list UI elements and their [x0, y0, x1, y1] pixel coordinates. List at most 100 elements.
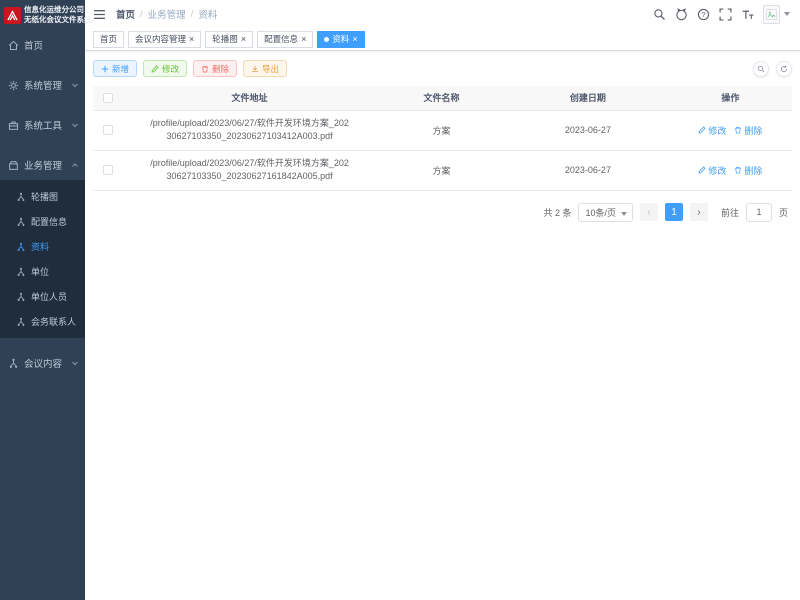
sidebar-item-business-mgmt[interactable]: 业务管理	[0, 150, 85, 180]
sidebar-item-meeting-contacts[interactable]: 会务联系人	[0, 309, 85, 334]
close-icon[interactable]: ×	[301, 35, 306, 44]
top-navbar: 首页 / 业务管理 / 资料 ?	[85, 0, 800, 28]
briefcase-icon	[8, 160, 19, 171]
breadcrumb-item-current: 资料	[198, 7, 217, 21]
tab-label: 配置信息	[264, 33, 298, 45]
home-icon	[8, 40, 19, 51]
pencil-icon	[151, 65, 159, 73]
sidebar-toggle-icon[interactable]	[93, 9, 106, 20]
sidebar-item-system-mgmt[interactable]: 系统管理	[0, 70, 85, 100]
sidebar-item-meeting-content[interactable]: 会议内容	[0, 348, 85, 378]
sidebar-item-label: 资料	[31, 240, 49, 253]
tab-meeting-content-mgmt[interactable]: 会议内容管理×	[128, 31, 201, 48]
tab-label: 资料	[332, 33, 349, 45]
tab-label: 会议内容管理	[135, 33, 186, 45]
tree-icon	[16, 217, 26, 227]
svg-text:?: ?	[701, 10, 705, 19]
row-checkbox[interactable]	[103, 125, 113, 135]
table-header-row: 文件地址 文件名称 创建日期 操作	[93, 86, 792, 110]
sidebar-item-unit-staff[interactable]: 单位人员	[0, 284, 85, 309]
column-header-file-url: 文件地址	[123, 86, 376, 110]
delete-button[interactable]: 删除	[193, 60, 237, 77]
close-icon[interactable]: ×	[241, 35, 246, 44]
row-delete-link[interactable]: 删除	[734, 124, 762, 137]
help-icon[interactable]: ?	[697, 8, 710, 21]
file-url-cell: /profile/upload/2023/06/27/软件开发环境方案_2023…	[123, 110, 376, 150]
breadcrumb-separator: /	[191, 9, 194, 20]
tags-view: 首页 会议内容管理× 轮播图× 配置信息× 资料×	[85, 28, 800, 51]
file-name-cell: 方案	[376, 110, 507, 150]
close-icon[interactable]: ×	[352, 35, 357, 44]
prev-page-button[interactable]: ‹	[640, 203, 658, 221]
breadcrumb-item-home[interactable]: 首页	[116, 7, 135, 21]
search-icon[interactable]	[653, 8, 666, 21]
sidebar-item-home[interactable]: 首页	[0, 30, 85, 60]
edit-button[interactable]: 修改	[143, 60, 187, 77]
select-all-checkbox[interactable]	[103, 93, 113, 103]
tab-carousel[interactable]: 轮播图×	[205, 31, 253, 48]
sidebar-item-system-tools[interactable]: 系统工具	[0, 110, 85, 140]
breadcrumb-separator: /	[140, 9, 143, 20]
page-unit-label: 页	[779, 206, 788, 219]
tab-config-info[interactable]: 配置信息×	[257, 31, 313, 48]
breadcrumb: 首页 / 业务管理 / 资料	[116, 7, 217, 21]
breadcrumb-item-business[interactable]: 业务管理	[148, 7, 186, 21]
toolbox-icon	[8, 120, 19, 131]
next-page-button[interactable]: ›	[690, 203, 708, 221]
trash-icon	[734, 166, 742, 174]
export-button[interactable]: 导出	[243, 60, 287, 77]
sidebar-item-label: 轮播图	[31, 190, 58, 203]
refresh-button[interactable]	[776, 61, 792, 77]
pencil-icon	[698, 166, 706, 174]
file-name-cell: 方案	[376, 150, 507, 190]
sidebar-item-config-info[interactable]: 配置信息	[0, 209, 85, 234]
toggle-search-button[interactable]	[753, 61, 769, 77]
chevron-down-icon	[71, 121, 79, 129]
sidebar-item-label: 单位	[31, 265, 49, 278]
page-1-button[interactable]: 1	[665, 203, 683, 221]
row-delete-link[interactable]: 删除	[734, 164, 762, 177]
row-edit-link[interactable]: 修改	[698, 124, 726, 137]
sidebar-item-label: 首页	[24, 38, 43, 52]
goto-page-input[interactable]	[746, 203, 772, 222]
fullscreen-icon[interactable]	[719, 8, 732, 21]
app-logo[interactable]: 信息化运维分公司 无纸化会议文件系统	[0, 0, 85, 30]
search-icon	[757, 65, 765, 73]
chevron-down-icon	[784, 12, 790, 16]
sidebar-item-carousel[interactable]: 轮播图	[0, 184, 85, 209]
chevron-down-icon	[71, 359, 79, 367]
column-header-create-date: 创建日期	[507, 86, 669, 110]
sidebar-item-units[interactable]: 单位	[0, 259, 85, 284]
tree-icon	[8, 358, 19, 369]
table-row: /profile/upload/2023/06/27/软件开发环境方案_2023…	[93, 110, 792, 150]
page-size-select[interactable]: 10条/页	[578, 203, 633, 222]
font-size-icon[interactable]	[741, 8, 754, 21]
create-date-cell: 2023-06-27	[507, 150, 669, 190]
sidebar-item-label: 系统工具	[24, 118, 62, 132]
business-submenu: 轮播图 配置信息 资料 单位 单位人员 会务联系人	[0, 180, 85, 338]
image-placeholder-icon	[766, 9, 777, 20]
pagination: 共 2 条 10条/页 ‹ 1 › 前往 页	[93, 203, 792, 222]
chevron-up-icon	[71, 161, 79, 169]
sidebar-item-label: 系统管理	[24, 78, 62, 92]
user-menu[interactable]	[763, 5, 790, 24]
column-header-actions: 操作	[669, 86, 792, 110]
page-content: 新增 修改 删除 导出	[85, 51, 800, 222]
tab-label: 轮播图	[212, 33, 238, 45]
main-area: 首页 / 业务管理 / 资料 ? 首页 会议内容管理×	[85, 0, 800, 600]
row-edit-link[interactable]: 修改	[698, 164, 726, 177]
sidebar-item-files[interactable]: 资料	[0, 234, 85, 259]
github-icon[interactable]	[675, 8, 688, 21]
add-button[interactable]: 新增	[93, 60, 137, 77]
tree-icon	[16, 192, 26, 202]
tab-files[interactable]: 资料×	[317, 31, 364, 48]
actions-cell: 修改删除	[669, 110, 792, 150]
download-icon	[251, 65, 259, 73]
tree-icon	[16, 317, 26, 327]
table-tools	[753, 61, 792, 77]
row-checkbox[interactable]	[103, 165, 113, 175]
navbar-actions: ?	[653, 5, 790, 24]
tab-home[interactable]: 首页	[93, 31, 124, 48]
close-icon[interactable]: ×	[189, 35, 194, 44]
toolbar: 新增 修改 删除 导出	[93, 60, 792, 77]
